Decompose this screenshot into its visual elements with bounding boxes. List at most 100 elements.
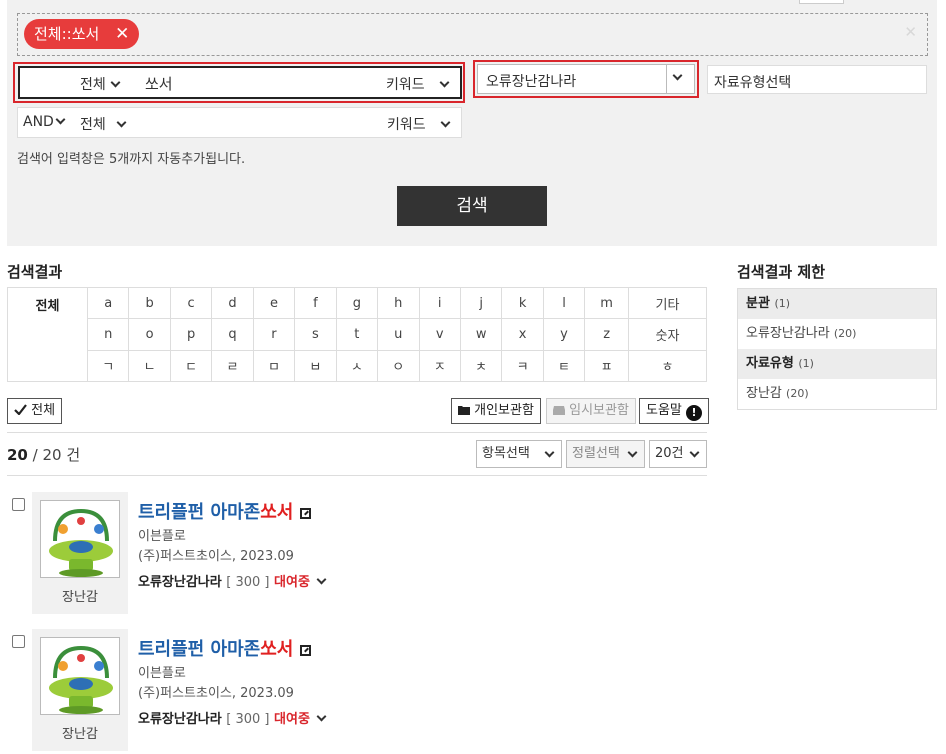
alpha-n[interactable]: n	[86, 318, 130, 351]
result-thumbnail[interactable]: 장난감	[32, 492, 128, 614]
operator-select[interactable]: AND	[23, 114, 66, 130]
alpha-t[interactable]: t	[335, 318, 379, 351]
alpha-z[interactable]: z	[584, 318, 629, 351]
field-select-2[interactable]: 전체	[80, 114, 127, 134]
alpha-f[interactable]: f	[294, 286, 337, 320]
alpha-kor-12[interactable]: ㅌ	[542, 349, 586, 383]
result-item: 장난감 트리플펀 아마존쏘서 이븐플로 (주)퍼스트초이스, 2023.09 오…	[7, 492, 707, 616]
material-type-select[interactable]: 자료유형선택	[707, 65, 927, 94]
chevron-down-icon[interactable]	[316, 574, 327, 585]
search-row-1: 전체 쏘서 키워드	[18, 66, 462, 99]
chevron-down-icon[interactable]	[316, 711, 327, 722]
toy-image	[40, 637, 120, 715]
result-title-link[interactable]: 트리플펀 아마존쏘서	[138, 635, 312, 661]
result-publisher: (주)퍼스트초이스, 2023.09	[138, 549, 294, 564]
alpha-kor-6[interactable]: ㅂ	[294, 349, 337, 383]
alpha-number[interactable]: 숫자	[628, 318, 707, 351]
result-checkbox[interactable]	[12, 635, 25, 648]
field-select-1[interactable]: 전체	[80, 74, 121, 94]
toy-image	[40, 500, 120, 578]
help-icon: !	[686, 405, 703, 421]
chevron-down-icon	[544, 447, 555, 458]
result-thumbnail[interactable]: 장난감	[32, 629, 128, 751]
alpha-kor-3[interactable]: ㄷ	[169, 349, 213, 383]
alpha-u[interactable]: u	[377, 318, 420, 351]
result-title-link[interactable]: 트리플펀 아마존쏘서	[138, 498, 312, 524]
branch-header: 분관 (1)	[738, 289, 936, 319]
side-title: 검색결과 제한	[737, 263, 826, 281]
help-button[interactable]: 도움말 !	[639, 398, 710, 424]
alpha-b[interactable]: b	[128, 286, 171, 320]
alpha-l[interactable]: l	[542, 286, 586, 320]
alpha-kor-9[interactable]: ㅈ	[418, 349, 461, 383]
alphabet-index: 전체 a b c d e f g h i j k l m 기타 n o p q …	[7, 286, 707, 383]
select-all-button[interactable]: 전체	[7, 398, 63, 424]
divider	[7, 475, 707, 476]
collapse-toggle[interactable]	[799, 0, 844, 4]
alpha-all[interactable]: 전체	[7, 287, 88, 382]
chevron-down-icon	[689, 447, 700, 458]
result-type: 장난감	[62, 727, 98, 742]
alpha-k[interactable]: k	[501, 286, 544, 320]
alpha-g[interactable]: g	[335, 286, 379, 320]
alpha-m[interactable]: m	[584, 286, 629, 320]
alpha-kor-4[interactable]: ㄹ	[211, 349, 254, 383]
alpha-o[interactable]: o	[128, 318, 171, 351]
search-panel: 전체::쏘서 ✕ ✕ 전체 쏘서 키워드 오류장난감나라 자료유형선택 AND …	[7, 0, 937, 246]
type-filter-item[interactable]: 장난감 (20)	[738, 379, 936, 409]
branch-filter-item[interactable]: 오류장난감나라 (20)	[738, 319, 936, 349]
result-author: 이븐플로	[138, 666, 186, 681]
alpha-h[interactable]: h	[377, 286, 420, 320]
library-select[interactable]: 오류장난감나라	[477, 64, 695, 94]
alpha-w[interactable]: w	[459, 318, 503, 351]
temp-archive-button[interactable]: 임시보관함	[546, 398, 636, 424]
alpha-kor-8[interactable]: ㅇ	[377, 349, 420, 383]
alpha-kor-14[interactable]: ㅎ	[628, 349, 707, 383]
alpha-s[interactable]: s	[294, 318, 337, 351]
result-filter-panel: 분관 (1) 오류장난감나라 (20) 자료유형 (1) 장난감 (20)	[737, 288, 937, 410]
alpha-kor-13[interactable]: ㅍ	[584, 349, 629, 383]
result-holding[interactable]: 오류장난감나라 [ 300 ] 대여중	[138, 708, 327, 727]
alpha-x[interactable]: x	[501, 318, 544, 351]
alpha-etc[interactable]: 기타	[628, 286, 707, 320]
result-holding[interactable]: 오류장난감나라 [ 300 ] 대여중	[138, 571, 327, 590]
search-input-1[interactable]: 쏘서	[145, 73, 173, 94]
item-select-dropdown[interactable]: 항목선택	[476, 440, 562, 468]
divider	[7, 432, 707, 433]
per-page-dropdown[interactable]: 20건	[649, 440, 707, 468]
result-type: 장난감	[62, 590, 98, 605]
sort-select-dropdown[interactable]: 정렬선택	[566, 440, 645, 468]
filter-tag[interactable]: 전체::쏘서 ✕	[24, 19, 140, 49]
alpha-kor-5[interactable]: ㅁ	[252, 349, 296, 383]
alpha-kor-2[interactable]: ㄴ	[128, 349, 171, 383]
alpha-y[interactable]: y	[542, 318, 586, 351]
alpha-e[interactable]: e	[252, 286, 296, 320]
mode-select-2[interactable]: 키워드	[387, 114, 451, 134]
personal-archive-button[interactable]: 개인보관함	[451, 398, 541, 424]
alpha-kor-10[interactable]: ㅊ	[459, 349, 503, 383]
mode-select-1[interactable]: 키워드	[386, 74, 450, 94]
alpha-kor-11[interactable]: ㅋ	[501, 349, 544, 383]
result-item: 장난감 트리플펀 아마존쏘서 이븐플로 (주)퍼스트초이스, 2023.09 오…	[7, 629, 707, 753]
library-select-toggle[interactable]	[666, 65, 694, 93]
search-button[interactable]: 검색	[397, 186, 547, 226]
alpha-j[interactable]: j	[459, 286, 503, 320]
alpha-a[interactable]: a	[86, 286, 130, 320]
external-link-icon[interactable]	[300, 645, 312, 656]
result-checkbox[interactable]	[12, 498, 25, 511]
alpha-c[interactable]: c	[169, 286, 213, 320]
alpha-i[interactable]: i	[418, 286, 461, 320]
alpha-p[interactable]: p	[169, 318, 213, 351]
alpha-v[interactable]: v	[418, 318, 461, 351]
activity-saucer-image	[49, 508, 113, 577]
clear-filters-icon[interactable]: ✕	[904, 23, 917, 41]
close-icon[interactable]: ✕	[115, 19, 129, 49]
external-link-icon[interactable]	[300, 508, 312, 519]
alpha-d[interactable]: d	[211, 286, 254, 320]
activity-saucer-image	[49, 645, 113, 714]
alpha-kor-1[interactable]: ㄱ	[86, 349, 130, 383]
alpha-q[interactable]: q	[211, 318, 254, 351]
chevron-down-icon	[627, 447, 638, 458]
alpha-r[interactable]: r	[252, 318, 296, 351]
alpha-kor-7[interactable]: ㅅ	[335, 349, 379, 383]
